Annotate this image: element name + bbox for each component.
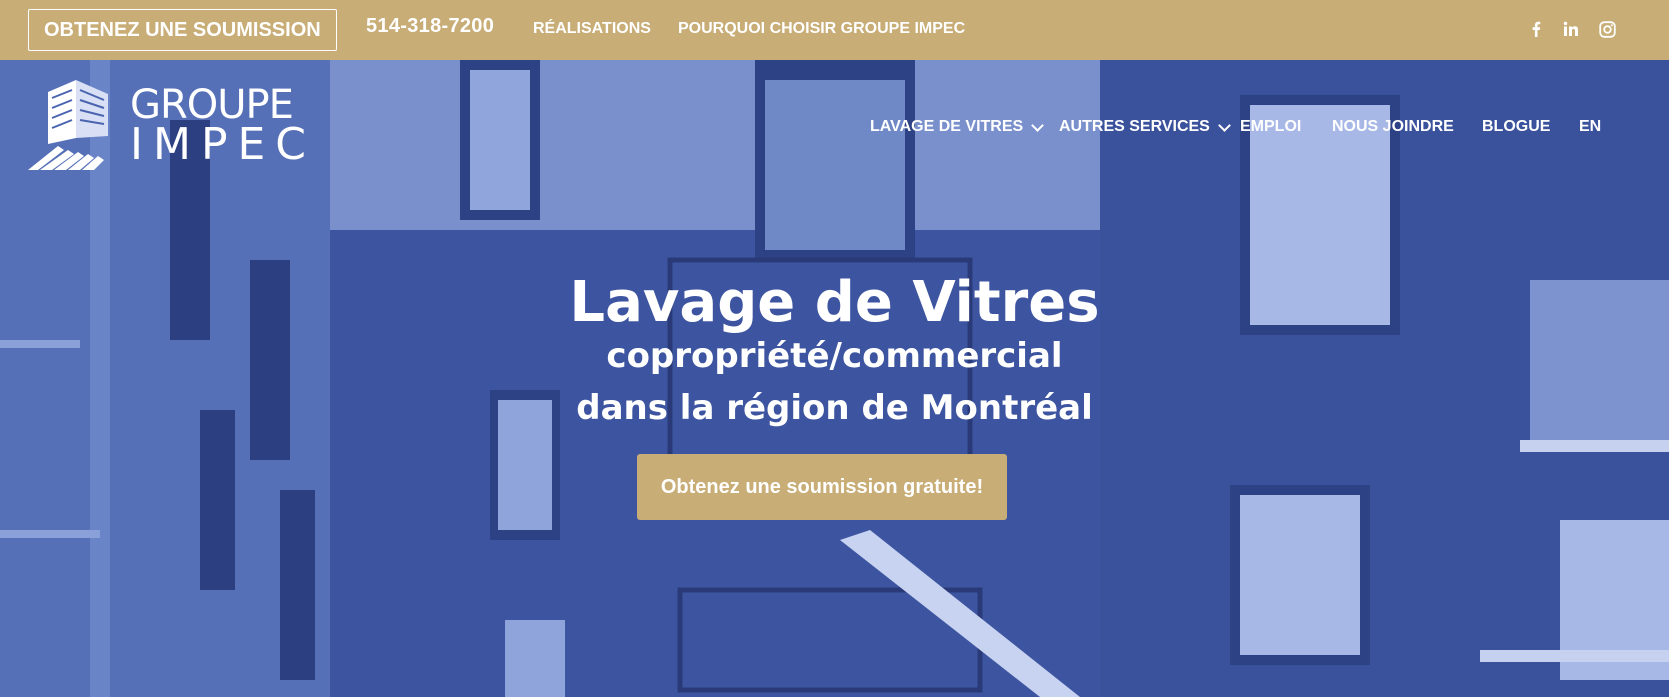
- free-quote-button[interactable]: Obtenez une soumission gratuite!: [637, 454, 1007, 520]
- phone-link[interactable]: 514-318-7200: [366, 15, 494, 38]
- nav-item-emploi[interactable]: EMPLOI: [1240, 118, 1301, 136]
- chevron-down-icon: [1217, 118, 1231, 132]
- nav-item-nous-joindre[interactable]: NOUS JOINDRE: [1332, 118, 1454, 136]
- nav-item-autres-services[interactable]: AUTRES SERVICES: [1059, 118, 1231, 136]
- building-logo-icon: [28, 80, 108, 170]
- hero-subtitle-2: dans la région de Montréal: [576, 388, 1093, 428]
- nav-label: AUTRES SERVICES: [1059, 118, 1210, 135]
- hero-subtitle-1: copropriété/commercial: [606, 336, 1063, 376]
- get-quote-button[interactable]: OBTENEZ UNE SOUMISSION: [28, 9, 337, 51]
- nav-item-lavage-de-vitres[interactable]: LAVAGE DE VITRES: [870, 118, 1045, 136]
- nav-label: NOUS JOINDRE: [1332, 118, 1454, 135]
- instagram-icon[interactable]: [1596, 18, 1618, 40]
- logo-line-2: IMPEC: [130, 119, 316, 170]
- nav-item-language-en[interactable]: EN: [1579, 118, 1601, 136]
- linkedin-icon[interactable]: [1560, 18, 1582, 40]
- logo-wordmark: GROUPE IMPEC: [130, 85, 316, 167]
- nav-item-blogue[interactable]: BLOGUE: [1482, 118, 1550, 136]
- hero-title: Lavage de Vitres: [569, 270, 1100, 335]
- realisations-link[interactable]: RÉALISATIONS: [533, 20, 651, 38]
- groupe-impec-logo[interactable]: GROUPE IMPEC: [28, 80, 316, 172]
- nav-label: EN: [1579, 118, 1602, 135]
- chevron-down-icon: [1031, 118, 1045, 132]
- hero-section: GROUPE IMPEC LAVAGE DE VITRES AUTRES SER…: [0, 60, 1669, 697]
- nav-label: EMPLOI: [1240, 118, 1302, 135]
- facebook-icon[interactable]: [1525, 18, 1547, 40]
- why-choose-link[interactable]: POURQUOI CHOISIR GROUPE IMPEC: [678, 20, 965, 38]
- nav-label: BLOGUE: [1482, 118, 1551, 135]
- nav-label: LAVAGE DE VITRES: [870, 118, 1024, 135]
- top-bar: OBTENEZ UNE SOUMISSION 514-318-7200 RÉAL…: [0, 0, 1669, 60]
